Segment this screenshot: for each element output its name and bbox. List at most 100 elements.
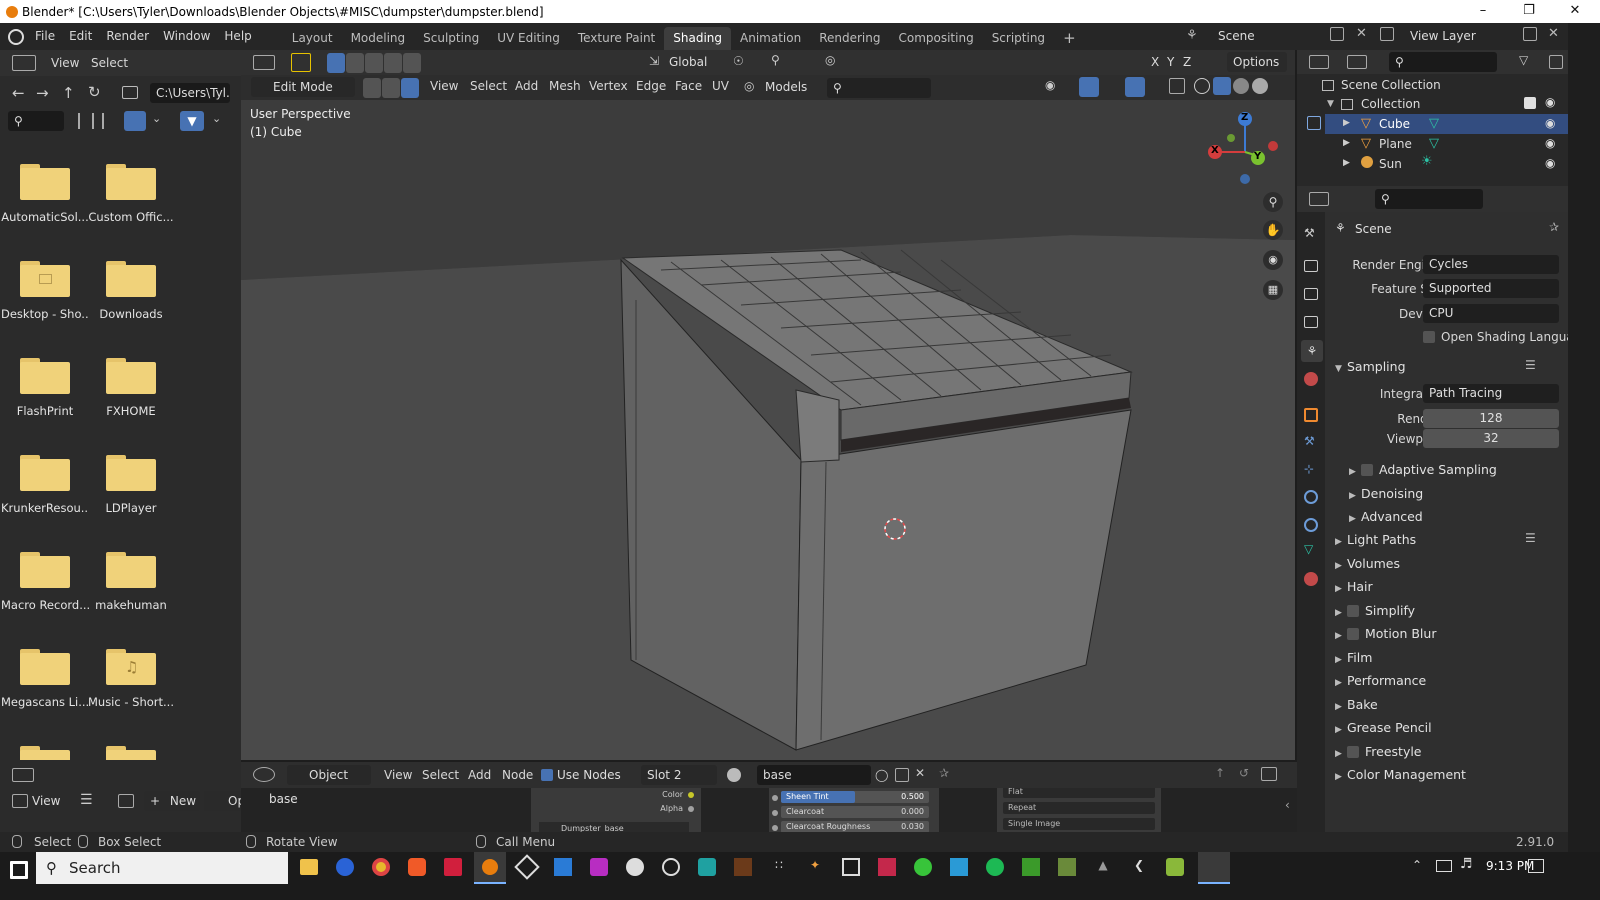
tab-texture-paint[interactable]: Texture Paint — [569, 27, 664, 50]
eye-icon[interactable]: ◉ — [1545, 136, 1555, 150]
unlink-material-icon[interactable]: ✕ — [915, 766, 925, 780]
forward-arrow-icon[interactable]: → — [36, 84, 49, 102]
image-texture-node[interactable]: Color Alpha Dumpster_base — [531, 788, 701, 832]
hair-panel[interactable]: ▶ Hair — [1335, 579, 1373, 594]
node-editor-canvas[interactable]: base Color Alpha Dumpster_base Sheen Tin… — [241, 788, 1297, 832]
maximize-button[interactable]: ❐ — [1506, 0, 1552, 23]
windows-start-icon[interactable] — [10, 861, 28, 879]
viewport-samples-field[interactable]: 32 — [1423, 429, 1559, 448]
world-tab-icon[interactable] — [1304, 372, 1318, 386]
node-title-bar[interactable]: Dumpster_base — [539, 822, 689, 832]
data-tab-icon[interactable]: ▽ — [1304, 542, 1313, 556]
feature-set-dropdown[interactable]: Supported — [1423, 279, 1559, 298]
new-image-button[interactable]: + New — [144, 791, 200, 811]
new-scene-icon[interactable] — [1330, 27, 1344, 41]
modifier-tab-icon[interactable]: ⚒ — [1304, 434, 1315, 448]
material-name-field[interactable]: base — [757, 765, 871, 785]
gizmo-toggle-icon[interactable] — [1079, 77, 1099, 97]
adaptive-sampling-header[interactable]: ▶ Adaptive Sampling — [1349, 462, 1497, 477]
app-icon-gray[interactable]: ▲ — [1094, 858, 1112, 876]
editor-type-icon[interactable] — [1309, 192, 1329, 206]
tab-rendering[interactable]: Rendering — [810, 27, 889, 50]
source-dropdown[interactable]: Single Image — [1003, 818, 1155, 830]
socket-alpha[interactable] — [688, 806, 694, 812]
image-browse-icon[interactable] — [118, 794, 134, 808]
app-icon-lime[interactable] — [1022, 858, 1040, 876]
folder-item[interactable]: Macro Record... — [1, 538, 89, 634]
menu-render[interactable]: Render — [99, 23, 156, 50]
tab-modeling[interactable]: Modeling — [342, 27, 415, 50]
collection-checkbox[interactable] — [1524, 97, 1536, 109]
material-sphere-icon[interactable] — [727, 768, 741, 782]
ne-menu-add[interactable]: Add — [461, 762, 498, 788]
collection-dropdown[interactable]: Models — [765, 80, 807, 94]
duplicate-material-icon[interactable] — [895, 768, 909, 782]
folder-item[interactable]: Downloads — [87, 247, 175, 343]
collection-expand-icon[interactable]: ▼ — [1327, 99, 1334, 109]
viewport-search-field[interactable]: ⚲ — [827, 78, 931, 98]
perspective-toggle-icon[interactable]: ▦ — [1263, 280, 1283, 300]
volume-icon[interactable]: ♬ — [1460, 856, 1473, 872]
color-management-panel[interactable]: ▶ Color Management — [1335, 767, 1466, 782]
app-icon-red[interactable] — [444, 858, 462, 876]
ne-menu-select[interactable]: Select — [415, 762, 466, 788]
performance-panel[interactable]: ▶ Performance — [1335, 673, 1426, 688]
rendered-shading-icon[interactable] — [1252, 78, 1268, 94]
taskbar-search-box[interactable]: ⚲ Search — [36, 852, 288, 884]
eye-icon[interactable]: ◉ — [1545, 156, 1555, 170]
parent-directory-icon[interactable]: ↑ — [62, 84, 75, 102]
vp-menu-view[interactable]: View — [423, 75, 465, 98]
app-icon-blue[interactable] — [336, 858, 354, 876]
editor-type-icon[interactable] — [253, 767, 275, 782]
solid-shading-icon[interactable] — [1213, 77, 1231, 95]
light-paths-panel[interactable]: ▶ Light Paths — [1335, 532, 1416, 547]
outliner-search-field[interactable]: ⚲ — [1389, 52, 1497, 72]
select-subtract-icon[interactable] — [365, 53, 383, 73]
vp-menu-edge[interactable]: Edge — [629, 75, 673, 98]
clearcoat-roughness-slider[interactable]: Clearcoat Roughness 0.030 — [781, 821, 929, 832]
back-arrow-icon[interactable]: ← — [12, 84, 25, 102]
scene-selector[interactable]: Scene — [1212, 26, 1324, 46]
app-icon-teal[interactable] — [698, 858, 716, 876]
list-view-icon[interactable] — [78, 113, 94, 129]
fb-menu-select[interactable]: Select — [84, 50, 135, 76]
socket-input[interactable] — [772, 795, 778, 801]
constraints-tab-icon[interactable] — [1304, 518, 1318, 532]
open-image-button[interactable]: Op — [204, 791, 241, 811]
material-tab-icon[interactable] — [1304, 572, 1318, 586]
motion-blur-checkbox[interactable] — [1347, 628, 1359, 640]
spotify-icon[interactable] — [986, 858, 1004, 876]
use-nodes-checkbox[interactable] — [541, 769, 553, 781]
refresh-icon[interactable]: ↻ — [88, 83, 101, 101]
parent-node-tree-icon[interactable]: ↑ — [1215, 766, 1225, 780]
pivot-point-icon[interactable]: ☉ — [733, 54, 744, 68]
photos-icon[interactable] — [554, 858, 572, 876]
outliner-row-cube[interactable]: ▶ ▽ Cube ▽ ◉ — [1325, 114, 1568, 134]
select-extend-icon[interactable] — [346, 53, 364, 73]
filter-icon[interactable]: ▼ — [180, 111, 204, 131]
vp-menu-add[interactable]: Add — [508, 75, 545, 98]
editor-type-icon[interactable] — [253, 55, 275, 70]
vertex-select-icon[interactable] — [363, 78, 381, 98]
extension-dropdown[interactable]: Repeat — [1003, 802, 1155, 814]
overlays-toggle-icon[interactable] — [1125, 77, 1145, 97]
folder-item[interactable]: makehuman — [87, 538, 175, 634]
app-icon-chevron[interactable]: ❮ — [1130, 858, 1148, 876]
ie-menu-view[interactable]: View — [32, 794, 60, 808]
render-tab-icon[interactable] — [1304, 260, 1318, 272]
render-engine-dropdown[interactable]: Cycles — [1423, 255, 1559, 274]
vp-menu-face[interactable]: Face — [668, 75, 709, 98]
edge-select-icon[interactable] — [382, 78, 400, 98]
filter-dropdown-icon[interactable]: ⌄ — [212, 112, 221, 125]
particles-tab-icon[interactable]: ⊹ — [1304, 462, 1314, 476]
folder-item[interactable]: FXHOME — [87, 344, 175, 440]
render-samples-field[interactable]: 128 — [1423, 409, 1559, 428]
delete-scene-icon[interactable]: ✕ — [1356, 26, 1367, 41]
tool-tab-icon[interactable]: ⚒ — [1304, 226, 1315, 240]
properties-search-field[interactable]: ⚲ — [1375, 189, 1483, 209]
simplify-panel[interactable]: ▶ Simplify — [1335, 603, 1415, 618]
osl-checkbox[interactable] — [1423, 331, 1435, 343]
file-path-field[interactable]: C:\Users\Tyl... — [150, 83, 230, 103]
thumbnail-list-icon[interactable] — [102, 113, 118, 129]
image-options-node[interactable]: Flat Repeat Single Image — [997, 788, 1161, 832]
